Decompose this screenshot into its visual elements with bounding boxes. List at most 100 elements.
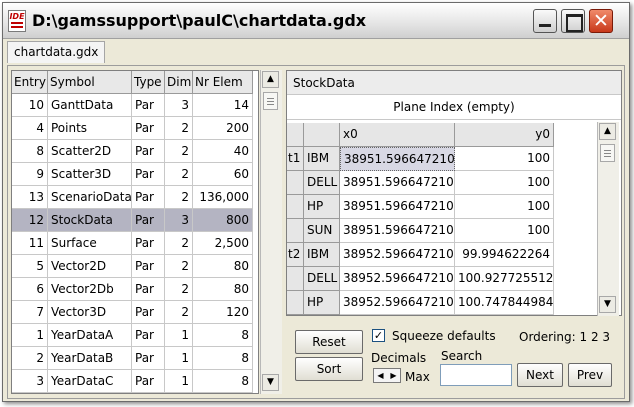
grid-cell: 38951.5966472106 (340, 147, 455, 171)
tab-strip: chartdata.gdx (3, 39, 629, 64)
table-cell: 3 (165, 209, 193, 232)
table-cell: 80 (193, 255, 253, 278)
data-grid-scrollbar[interactable]: ▲ ▼ (597, 122, 619, 316)
table-cell: Par (132, 186, 165, 209)
squeeze-defaults-checkbox[interactable]: ✓ (372, 329, 385, 342)
row-header-time[interactable] (287, 291, 304, 315)
scroll-up-icon[interactable]: ▲ (262, 71, 279, 88)
table-cell: Points (48, 117, 132, 140)
table-cell: Par (132, 117, 165, 140)
table-cell: Par (132, 232, 165, 255)
table-row[interactable]: 1 YearDataA Par 1 8 (12, 324, 258, 347)
table-cell: 2 (12, 347, 48, 370)
row-header-time[interactable] (287, 195, 304, 219)
scroll-down-icon[interactable]: ▼ (599, 296, 616, 313)
grid-cell: 100 (455, 147, 554, 171)
close-button[interactable]: ✕ (589, 9, 613, 33)
scroll-up-icon[interactable]: ▲ (599, 123, 616, 140)
title-bar[interactable]: IDE D:\gamssupport\paulC\chartdata.gdx ✕ (3, 3, 629, 39)
table-cell: 2 (165, 255, 193, 278)
grid-cell: 100 (455, 195, 554, 219)
decimals-spinner[interactable]: ◀ ▶ (373, 368, 401, 383)
table-row[interactable]: 7 Vector3D Par 2 120 (12, 301, 258, 324)
grid-corner[interactable] (304, 123, 340, 147)
table-cell: 3 (12, 370, 48, 393)
symbol-table-scrollbar[interactable]: ▲ ▼ (260, 70, 282, 394)
row-header-company[interactable]: IBM (304, 147, 340, 171)
scroll-thumb[interactable] (263, 92, 278, 110)
grid-cell: 38952.5966472106 (340, 243, 455, 267)
chevron-right-icon[interactable]: ▶ (387, 369, 400, 382)
table-row[interactable]: 3 YearDataC Par 1 8 (12, 370, 258, 393)
row-header-company[interactable]: SUN (304, 219, 340, 243)
table-row[interactable]: 11 Surface Par 2 2,500 (12, 232, 258, 255)
grid-cell: 99.994622264 (455, 243, 554, 267)
table-row[interactable]: 9 Scatter3D Par 2 60 (12, 163, 258, 186)
table-cell: 8 (12, 140, 48, 163)
plane-index: Plane Index (empty) (287, 96, 621, 120)
table-row[interactable]: 12 StockData Par 3 800 (12, 209, 258, 232)
table-header[interactable]: Entry Symbol Type Dim Nr Elem (12, 71, 258, 94)
column-header[interactable]: y0 (455, 123, 554, 147)
symbol-table: Entry Symbol Type Dim Nr Elem 10 GanttData Par 3… (11, 70, 259, 394)
column-header[interactable]: Type (132, 71, 165, 94)
column-header[interactable]: x0 (340, 123, 455, 147)
table-cell: Vector2D (48, 255, 132, 278)
table-cell: 14 (193, 94, 253, 117)
main-content: Entry Symbol Type Dim Nr Elem 10 GanttData Par 3… (7, 65, 625, 399)
row-header-company[interactable]: HP (304, 291, 340, 315)
row-header-time[interactable]: t2 (287, 243, 304, 267)
table-cell: Par (132, 140, 165, 163)
row-header-time[interactable] (287, 219, 304, 243)
scroll-thumb[interactable] (600, 144, 615, 162)
column-header[interactable]: Symbol (48, 71, 132, 94)
next-button[interactable]: Next (517, 363, 563, 387)
row-header-company[interactable]: DELL (304, 171, 340, 195)
table-row[interactable]: 8 Scatter2D Par 2 40 (12, 140, 258, 163)
search-input[interactable] (440, 364, 512, 386)
row-header-company[interactable]: DELL (304, 267, 340, 291)
table-cell: 2 (165, 232, 193, 255)
grid-cell: 38952.5966472106 (340, 315, 455, 316)
table-cell: 11 (12, 232, 48, 255)
row-header-company[interactable]: SUN (304, 315, 340, 316)
sort-button[interactable]: Sort (295, 357, 363, 381)
chevron-left-icon[interactable]: ◀ (374, 369, 387, 382)
table-cell: 1 (12, 324, 48, 347)
grid-cell: 100 (455, 219, 554, 243)
column-header[interactable]: Nr Elem (193, 71, 253, 94)
table-cell: 13 (12, 186, 48, 209)
scroll-down-icon[interactable]: ▼ (262, 374, 279, 391)
table-row[interactable]: 6 Vector2Db Par 2 80 (12, 278, 258, 301)
table-cell: Vector3D (48, 301, 132, 324)
table-cell: 200 (193, 117, 253, 140)
column-header[interactable]: Entry (12, 71, 48, 94)
table-row[interactable]: 10 GanttData Par 3 14 (12, 94, 258, 117)
table-row[interactable]: 4 Points Par 2 200 (12, 117, 258, 140)
row-header-time[interactable]: t1 (287, 147, 304, 171)
ordering-label: Ordering: 1 2 3 (519, 330, 611, 344)
data-grid: x0 y0 t1 IBM 38951.5966472106 100 DELL 38951.59… (287, 123, 599, 316)
minimize-button[interactable] (533, 9, 557, 33)
row-header-company[interactable]: HP (304, 195, 340, 219)
grid-cell: 100.927725512 (455, 267, 554, 291)
table-cell: 3 (165, 94, 193, 117)
table-cell: 2 (165, 117, 193, 140)
maximize-button[interactable] (561, 9, 585, 33)
grid-cell: 38951.5966472106 (340, 171, 455, 195)
grid-corner[interactable] (287, 123, 304, 147)
table-cell: 2 (165, 186, 193, 209)
table-row[interactable]: 5 Vector2D Par 2 80 (12, 255, 258, 278)
row-header-company[interactable]: IBM (304, 243, 340, 267)
table-cell: GanttData (48, 94, 132, 117)
row-header-time[interactable] (287, 267, 304, 291)
table-row[interactable]: 2 YearDataB Par 1 8 (12, 347, 258, 370)
column-header[interactable]: Dim (165, 71, 193, 94)
row-header-time[interactable] (287, 171, 304, 195)
row-header-time[interactable] (287, 315, 304, 316)
tab-chartdata[interactable]: chartdata.gdx (7, 41, 106, 63)
reset-button[interactable]: Reset (295, 330, 363, 354)
prev-button[interactable]: Prev (568, 363, 612, 387)
table-row[interactable]: 13 ScenarioData Par 2 136,000 (12, 186, 258, 209)
table-cell: Par (132, 370, 165, 393)
